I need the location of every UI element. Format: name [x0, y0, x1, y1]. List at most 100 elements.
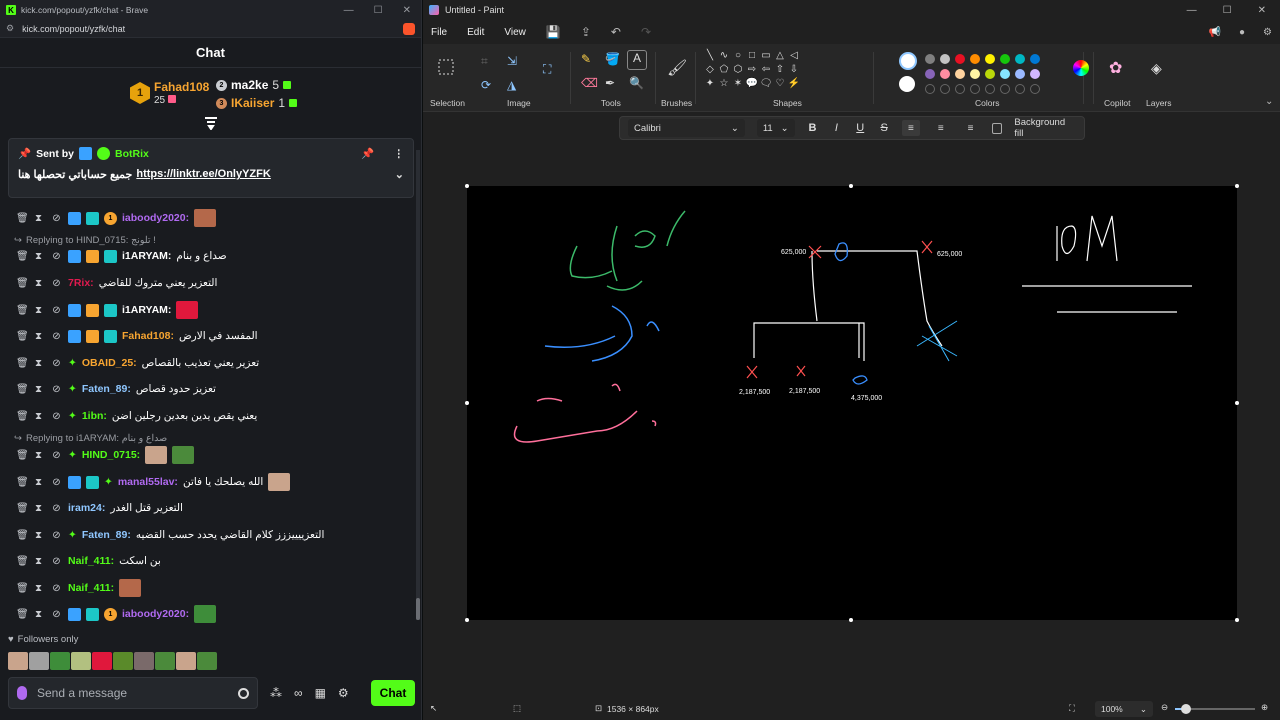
- timeout-icon[interactable]: ⧗: [34, 609, 43, 620]
- color-swatch[interactable]: [940, 69, 950, 79]
- italic-icon[interactable]: I: [830, 122, 842, 134]
- username[interactable]: Naif_411:: [68, 582, 114, 594]
- empty-swatch[interactable]: [925, 84, 935, 94]
- chat-send-button[interactable]: Chat: [371, 680, 415, 706]
- timeout-icon[interactable]: ⧗: [34, 556, 43, 567]
- zoom-out-icon[interactable]: ⊖: [1161, 702, 1168, 713]
- secondary-color[interactable]: [899, 76, 915, 92]
- username[interactable]: Faten_89:: [82, 383, 131, 395]
- delete-icon[interactable]: 🗑: [16, 477, 29, 488]
- delete-icon[interactable]: 🗑: [16, 530, 29, 541]
- menu-view[interactable]: View: [504, 27, 526, 38]
- chat-message[interactable]: 🗑 ⧗ ⊘ 7Rix: التعزير يعني متروك للقاضي: [16, 272, 217, 294]
- fit-icon[interactable]: ⛶: [1069, 703, 1075, 714]
- pencil-icon[interactable]: ✎: [581, 52, 591, 66]
- resize-handle[interactable]: [465, 618, 469, 622]
- layers-icon[interactable]: ◈: [1151, 60, 1162, 77]
- color-swatch[interactable]: [985, 69, 995, 79]
- expand-chevron-icon[interactable]: ⌄: [395, 168, 404, 181]
- align-left-icon[interactable]: ≡: [902, 120, 920, 136]
- font-family-select[interactable]: Calibri ⌄: [628, 119, 745, 137]
- timeout-icon[interactable]: ⧗: [34, 477, 43, 488]
- timeout-icon[interactable]: ⧗: [34, 305, 43, 316]
- font-size-select[interactable]: 11 ⌄: [756, 119, 795, 137]
- address-bar[interactable]: ⚙ kick.com/popout/yzfk/chat: [0, 20, 421, 38]
- timeout-icon[interactable]: ⧗: [34, 331, 43, 342]
- align-right-icon[interactable]: ≡: [962, 120, 980, 136]
- ban-icon[interactable]: ⊘: [52, 331, 61, 342]
- background-fill-checkbox[interactable]: [991, 122, 1003, 134]
- delete-icon[interactable]: 🗑: [16, 278, 29, 289]
- delete-icon[interactable]: 🗑: [16, 358, 29, 369]
- color-swatch[interactable]: [940, 54, 950, 64]
- username[interactable]: OBAID_25:: [82, 357, 137, 369]
- empty-swatch[interactable]: [940, 84, 950, 94]
- settings-icon[interactable]: ⚙: [338, 686, 349, 700]
- username[interactable]: HIND_0715:: [82, 449, 140, 461]
- color-swatch[interactable]: [925, 54, 935, 64]
- color-swatch[interactable]: [1000, 69, 1010, 79]
- close-icon[interactable]: ✕: [1258, 5, 1266, 16]
- timeout-icon[interactable]: ⧗: [34, 530, 43, 541]
- share-icon[interactable]: ⇪: [581, 25, 591, 39]
- crop-icon[interactable]: ⌗: [481, 54, 488, 69]
- username[interactable]: 7Rix:: [68, 277, 94, 289]
- close-icon[interactable]: ✕: [403, 5, 411, 16]
- emoji-icon[interactable]: [238, 687, 249, 699]
- color-swatch[interactable]: [1030, 69, 1040, 79]
- delete-icon[interactable]: 🗑: [16, 384, 29, 395]
- message-input[interactable]: Send a message: [8, 677, 258, 709]
- resize-handle[interactable]: [465, 401, 469, 405]
- zoom-slider-knob[interactable]: [1181, 704, 1191, 714]
- username[interactable]: iaboody2020:: [122, 608, 189, 620]
- pinned-link[interactable]: https://linktr.ee/OnlyYZFK: [136, 168, 270, 181]
- username[interactable]: i1ARYAM:: [122, 304, 171, 316]
- resize-handle[interactable]: [465, 184, 469, 188]
- color-swatch[interactable]: [955, 54, 965, 64]
- color-swatch[interactable]: [1030, 54, 1040, 64]
- strikethrough-icon[interactable]: S: [878, 122, 890, 134]
- color-swatch[interactable]: [925, 69, 935, 79]
- primary-color[interactable]: [899, 52, 917, 70]
- resize-handle[interactable]: [1235, 618, 1239, 622]
- settings-icon[interactable]: ⚙: [1263, 27, 1272, 38]
- brave-shield-icon[interactable]: [403, 22, 415, 35]
- fill-icon[interactable]: 🪣: [605, 52, 620, 66]
- text-tool-icon[interactable]: A: [627, 50, 647, 70]
- message-placeholder[interactable]: Send a message: [37, 686, 127, 700]
- menu-file[interactable]: File: [431, 27, 447, 38]
- chat-message[interactable]: 🗑 ⧗ ⊘ ✦ 1ibn: يعني يقص يدين بعدين رجلين اض…: [16, 405, 257, 427]
- timeout-icon[interactable]: ⧗: [34, 251, 43, 262]
- brush-icon[interactable]: 🖌: [667, 58, 687, 78]
- filter-icon[interactable]: [203, 116, 219, 130]
- username[interactable]: i1ARYAM:: [122, 250, 171, 262]
- username[interactable]: Fahad108:: [122, 330, 174, 342]
- ban-icon[interactable]: ⊘: [52, 583, 61, 594]
- ban-icon[interactable]: ⊘: [52, 477, 61, 488]
- maximize-icon[interactable]: ☐: [1223, 5, 1232, 16]
- emote[interactable]: [92, 652, 112, 670]
- color-swatch[interactable]: [970, 69, 980, 79]
- resize-handle[interactable]: [1235, 401, 1239, 405]
- ban-icon[interactable]: ⊘: [52, 609, 61, 620]
- ban-icon[interactable]: ⊘: [52, 278, 61, 289]
- shapes-gallery[interactable]: ╲ ∿ ○ □ ▭ △ ◁ ◇ ⬠ ⬡ ⇨ ⇦ ⇧ ⇩ ✦ ☆ ✶ 💬 🗨 ♡ ⚡: [703, 50, 801, 92]
- unpin-icon[interactable]: 📌: [361, 147, 374, 160]
- emote[interactable]: [71, 652, 91, 670]
- chat-message[interactable]: 🗑 ⧗ ⊘ ✦ manal55lav: الله يصلحك يا فاتن: [16, 471, 291, 493]
- leader-3[interactable]: 3 IKaiiser 1: [216, 96, 298, 110]
- username[interactable]: Naif_411:: [68, 555, 114, 567]
- scroll-thumb[interactable]: [416, 598, 420, 620]
- bold-icon[interactable]: B: [807, 122, 819, 134]
- timeout-icon[interactable]: ⧗: [34, 278, 43, 289]
- site-settings-icon[interactable]: ⚙: [6, 23, 14, 34]
- ban-icon[interactable]: ⊘: [52, 503, 61, 514]
- delete-icon[interactable]: 🗑: [16, 609, 29, 620]
- chat-message[interactable]: 🗑 ⧗ ⊘ i1ARYAM:: [16, 299, 199, 321]
- color-swatch[interactable]: [1000, 54, 1010, 64]
- undo-icon[interactable]: ↶: [611, 25, 621, 39]
- timeout-icon[interactable]: ⧗: [34, 450, 43, 461]
- menu-edit[interactable]: Edit: [467, 27, 484, 38]
- maximize-icon[interactable]: ☐: [374, 5, 383, 16]
- emote[interactable]: [8, 652, 28, 670]
